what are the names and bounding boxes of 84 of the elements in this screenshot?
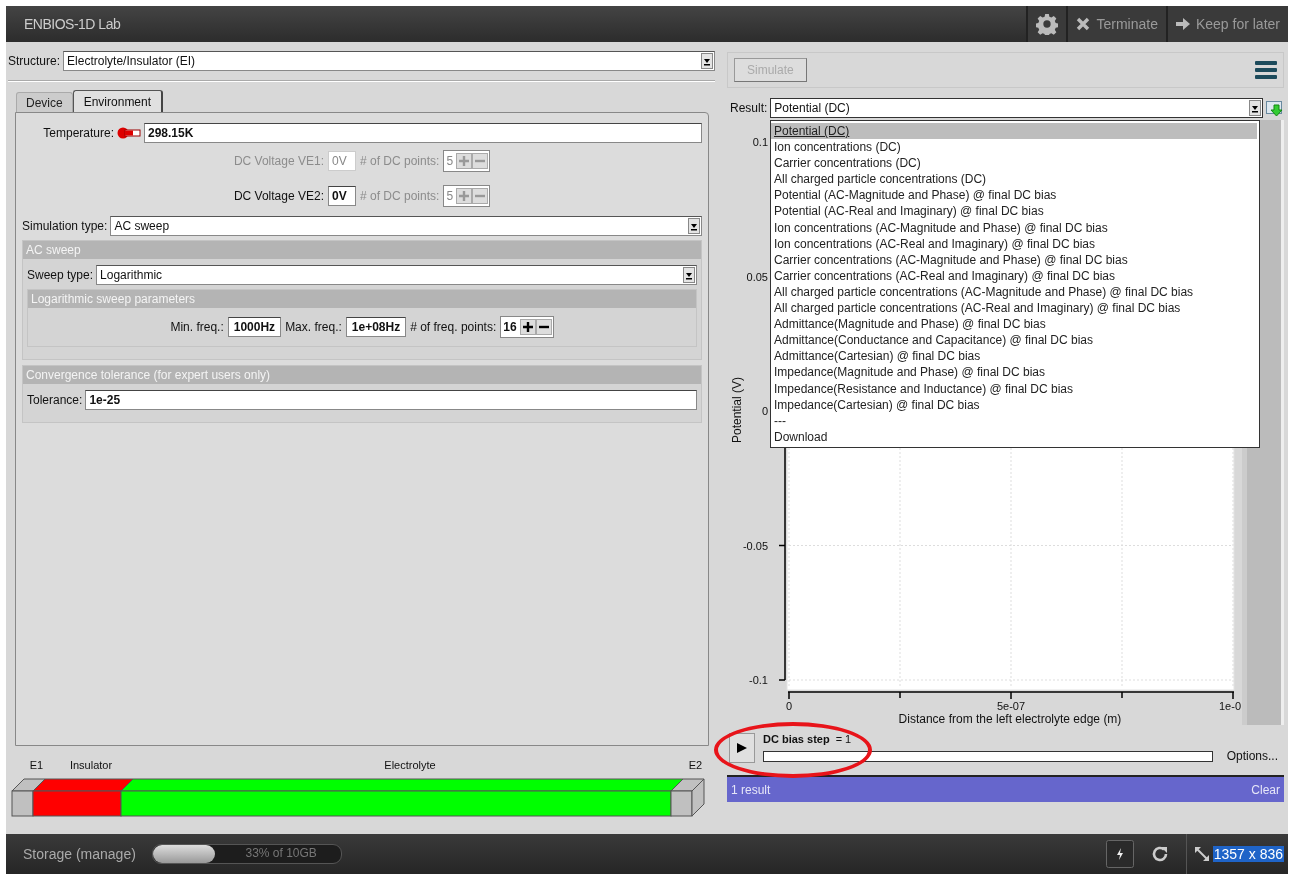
dropdown-option[interactable]: Admittance(Magnitude and Phase) @ final DC bias [771,316,1257,333]
field-label: Temperature: [42,126,114,140]
field-label: Tolerance: [27,393,83,407]
sweep-type-select[interactable]: Logarithmic [96,265,697,285]
storage-text: 33% of 10GB [245,846,317,860]
dropdown-option[interactable]: --- [771,412,1257,429]
axis-title: Distance from the left electrolyte edge (m) [898,712,1122,726]
dropdown-option[interactable]: All charged particle concentrations (AC-Magnitude and Phase) @ final DC bias [771,283,1257,301]
field-label: # of DC points: [360,189,440,203]
terminate-button[interactable]: Terminate [1066,6,1166,42]
arrow-right-icon [1175,18,1190,30]
dropdown-option[interactable]: Admittance(Cartesian) @ final DC bias [771,348,1257,365]
resize-icon[interactable] [1192,845,1211,863]
group-header: Logarithmic sweep parameters [28,290,696,308]
dropdown-option[interactable]: Potential (DC) [771,123,1257,140]
tick-label: -0.05 [742,539,768,552]
lightning-icon[interactable] [1105,840,1134,868]
dropdown-option[interactable]: All charged particle concentrations (AC-Real and Imaginary) @ final DC bias [771,300,1257,317]
tab[interactable]: Device [16,92,73,112]
dropdown-option[interactable]: Carrier concentrations (AC-Real and Imaginary) @ final DC bias [771,267,1257,284]
dropdown-option[interactable]: Download [771,428,1257,445]
field-label: # of freq. points: [410,320,497,334]
options-link[interactable]: Options... [1226,749,1278,763]
layer-label: E2 [688,759,703,771]
tick-label: 5e-07 [996,700,1026,712]
dropdown-option[interactable]: Impedance(Resistance and Inductance) @ final DC bias [771,380,1257,397]
layer-label: Electrolyte [384,759,436,771]
simulation-type-select[interactable]: AC sweep [110,216,702,236]
dropdown-option[interactable]: Ion concentrations (AC-Magnitude and Phase) @ final DC bias [771,219,1257,236]
frequency-field[interactable]: 1e+08Hz [345,317,407,337]
group-header: Convergence tolerance (for expert users only) [23,366,701,384]
settings-button[interactable] [1026,6,1067,42]
tick-label: 1e-0 [1219,700,1242,712]
minus-icon[interactable] [535,319,552,335]
tick-label: -0.1 [749,674,768,686]
axis-title: Potential (V) [730,377,744,443]
tolerance-field[interactable]: 1e-25 [85,390,697,410]
field-label: Structure: [8,54,61,68]
dropdown-option[interactable]: Carrier concentrations (DC) [771,155,1257,172]
settings-icon [1036,13,1059,35]
step-label: DC bias step [763,733,830,745]
field-label: Sweep type: [27,268,94,282]
temperature-field[interactable]: 298.15K [144,123,702,143]
result-select[interactable]: Potential (DC) [770,98,1263,118]
close-icon [1076,17,1091,31]
dropdown-option[interactable]: Ion concentrations (DC) [771,139,1257,156]
dropdown-option[interactable]: Carrier concentrations (AC-Magnitude and Phase) @ final DC bias [771,251,1257,268]
tick-label: 0 [761,405,768,417]
field-label: DC Voltage VE1: [232,154,324,168]
dropdown-option[interactable]: Impedance(Cartesian) @ final DC bias [771,396,1257,413]
tab[interactable]: Environment [72,90,164,112]
tick-label: 0.05 [746,270,768,283]
field-label: Min. freq.: [170,320,224,334]
download-icon[interactable] [1266,99,1284,117]
clear-link[interactable]: Clear [1251,782,1280,797]
field-label: DC Voltage VE2: [232,189,324,203]
dropdown-option[interactable]: Impedance(Magnitude and Phase) @ final DC bias [771,364,1257,381]
frequency-field[interactable]: 1000Hz [227,317,282,337]
dropdown-option[interactable]: Admittance(Conductance and Capacitance) @ final DC bias [771,332,1257,349]
tick-label: 0.1 [752,136,768,148]
tick-label: 0 [785,700,793,712]
field-label: # of DC points: [360,154,440,168]
step-value: = 1 [835,733,852,745]
result-count: 1 result [731,782,771,797]
dropdown-option[interactable]: Ion concentrations (AC-Real and Imaginary) @ final DC bias [771,235,1257,252]
app-title: ENBIOS-1D Lab [23,15,121,34]
group-header: AC sweep [23,241,701,259]
dropdown-option[interactable]: Potential (AC-Magnitude and Phase) @ final DC bias [771,187,1257,204]
screen-size: 1357 x 836 [1212,846,1284,862]
dropdown-option[interactable]: Potential (AC-Real and Imaginary) @ final DC bias [771,203,1257,220]
menu-icon[interactable] [1255,60,1277,80]
plus-icon[interactable] [519,319,536,335]
layer-label: E1 [29,759,44,771]
voltage-field[interactable]: 0V [328,186,356,206]
thermometer-icon [117,127,141,139]
keep-button[interactable]: Keep for later [1165,6,1288,42]
storage-link[interactable]: Storage (manage) [23,846,136,862]
play-icon[interactable] [729,733,755,763]
field-label: Simulation type: [22,219,108,233]
structure-select[interactable]: Electrolyte/Insulator (EI) [63,51,715,71]
field-label: Max. freq.: [285,320,342,334]
dropdown-option[interactable]: All charged particle concentrations (DC) [771,171,1257,188]
field-label: Result: [730,101,768,115]
layer-label: Insulator [69,759,113,771]
